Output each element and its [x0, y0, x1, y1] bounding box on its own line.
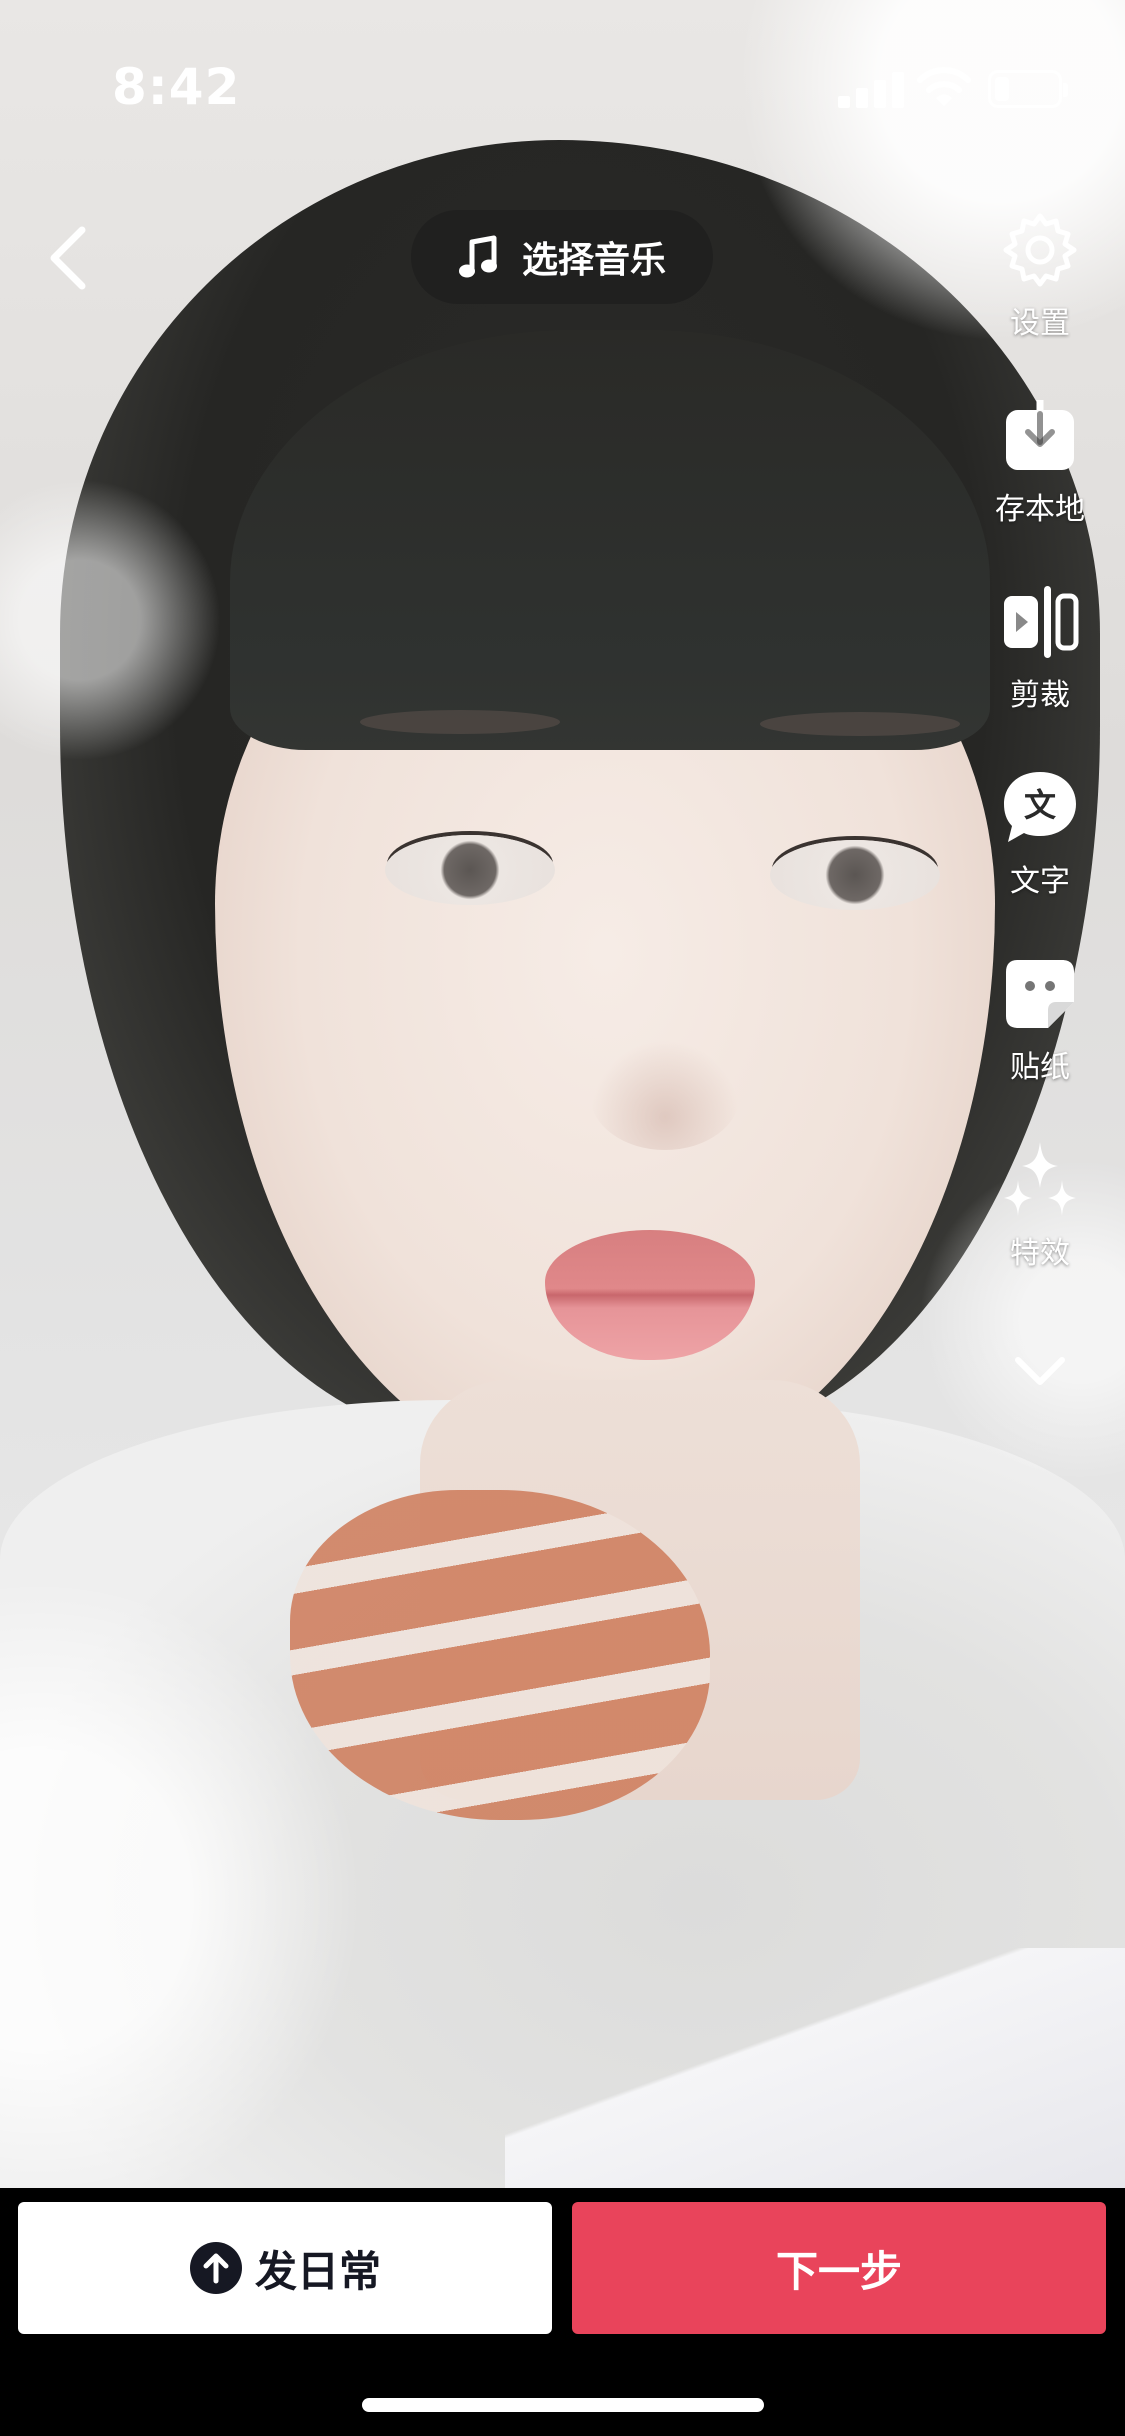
- status-time: 8:42: [112, 58, 241, 116]
- wifi-icon: [917, 67, 971, 106]
- text-bubble-icon: 文: [1004, 772, 1076, 842]
- tool-label: 特效: [1010, 1236, 1070, 1271]
- home-indicator[interactable]: [362, 2398, 764, 2412]
- cellular-signal-icon: [838, 70, 904, 108]
- select-music-label: 选择音乐: [521, 240, 666, 281]
- status-bar: 8:42: [0, 0, 1125, 132]
- gear-icon: [1003, 213, 1077, 287]
- video-edit-screen: 8:42 选择音乐 设置 存本地 剪裁 文 文字 贴纸 特效 发日常 下一步: [0, 0, 1125, 2436]
- tool-label: 贴纸: [1010, 1050, 1070, 1085]
- post-daily-button[interactable]: 发日常: [18, 2202, 552, 2334]
- chevron-left-icon[interactable]: [40, 222, 100, 294]
- trim-icon: [1004, 586, 1079, 658]
- video-preview[interactable]: [0, 0, 1125, 2188]
- tool-settings[interactable]: 设置: [975, 210, 1105, 360]
- svg-text:文: 文: [1024, 786, 1056, 824]
- next-step-button[interactable]: 下一步: [572, 2202, 1106, 2334]
- tool-sticker[interactable]: 贴纸: [975, 954, 1105, 1104]
- tool-label: 存本地: [995, 492, 1085, 527]
- tool-label: 文字: [1010, 864, 1070, 899]
- tool-trim[interactable]: 剪裁: [975, 582, 1105, 732]
- battery-icon: [988, 70, 1068, 108]
- sticker-icon: [1006, 960, 1074, 1028]
- tool-label: 剪裁: [1010, 678, 1070, 713]
- select-music-button[interactable]: 选择音乐: [411, 210, 713, 304]
- sparkle-icon: [1004, 1142, 1076, 1216]
- tool-label: 设置: [1010, 306, 1070, 341]
- chevron-down-icon[interactable]: [1012, 1350, 1068, 1390]
- next-step-label: 下一步: [775, 2246, 902, 2296]
- download-icon: [1006, 400, 1074, 470]
- tool-save-local[interactable]: 存本地: [975, 396, 1105, 546]
- arrow-up-circle-icon: [189, 2242, 242, 2294]
- tool-text[interactable]: 文 文字: [975, 768, 1105, 918]
- post-daily-label: 发日常: [254, 2246, 381, 2296]
- music-note-icon: [458, 235, 497, 278]
- tool-effects[interactable]: 特效: [975, 1140, 1105, 1290]
